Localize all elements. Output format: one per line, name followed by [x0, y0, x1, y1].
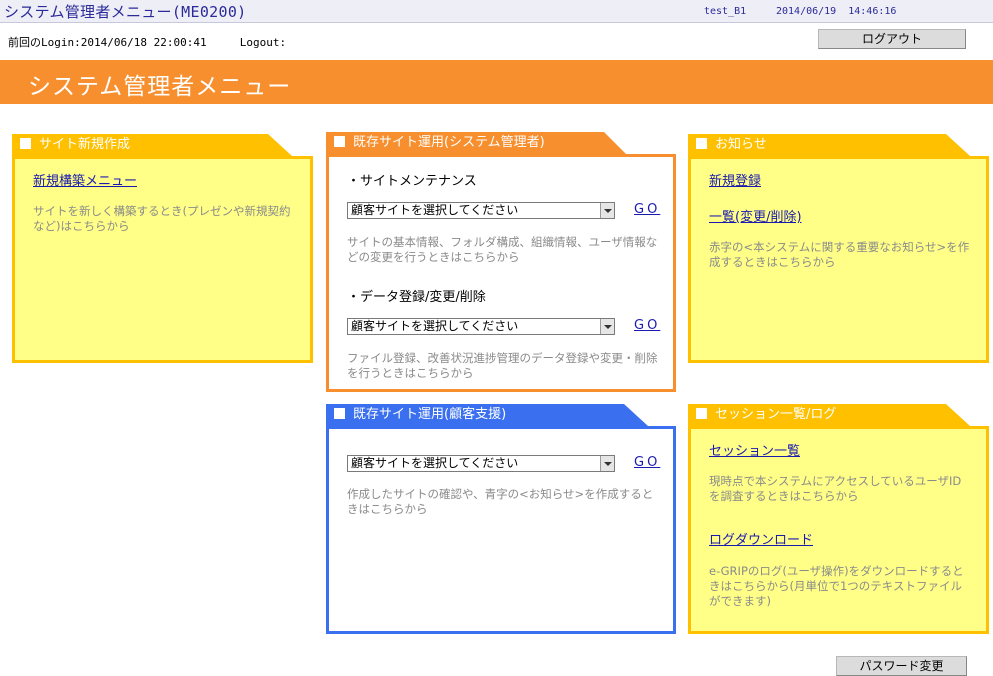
session-list-desc: 現時点で本システムにアクセスしているユーザIDを調査するときはこちらから [709, 474, 962, 503]
news-list-link[interactable]: 一覧(変更/削除) [709, 206, 802, 225]
panel-tab: 既存サイト運用(顧客支援) [326, 404, 624, 426]
chevron-down-icon[interactable] [600, 203, 614, 218]
panel-body: 新規登録 一覧(変更/削除) 赤字の<本システムに関する重要なお知らせ>を作成す… [688, 156, 989, 363]
panel-tab: お知らせ [688, 134, 946, 156]
chevron-down-icon[interactable] [600, 319, 614, 334]
panel-existing-support: 既存サイト運用(顧客支援) 顧客サイトを選択してください GO 作成したサイトの… [326, 404, 676, 634]
panel-tab: 既存サイト運用(システム管理者) [326, 132, 604, 154]
panel-body: 顧客サイトを選択してください GO 作成したサイトの確認や、青字の<お知らせ>を… [326, 426, 676, 634]
panel-title: お知らせ [715, 137, 767, 152]
maintenance-desc: サイトの基本情報、フォルダ構成、組織情報、ユーザ情報などの変更を行うときはこちら… [347, 235, 658, 264]
go-link-maintenance[interactable]: GO [634, 202, 660, 217]
customer-site-select-support[interactable]: 顧客サイトを選択してください [347, 455, 615, 472]
log-download-link[interactable]: ログダウンロード [709, 529, 813, 548]
session-list-link[interactable]: セッション一覧 [709, 440, 800, 459]
panel-title: サイト新規作成 [39, 137, 131, 152]
tab-corner [946, 134, 970, 156]
panel-body: ・サイトメンテナンス 顧客サイトを選択してください GO サイトの基本情報、フォ… [326, 154, 676, 392]
panel-body: セッション一覧 現時点で本システムにアクセスしているユーザIDを調査するときはこ… [688, 426, 989, 634]
panel-body: 新規構築メニュー サイトを新しく構築するとき(プレゼンや新規契約など)はこちらか… [12, 156, 313, 363]
customer-site-select-data[interactable]: 顧客サイトを選択してください [347, 318, 615, 335]
square-icon [334, 136, 345, 147]
site-maintenance-heading: ・サイトメンテナンス [347, 174, 477, 189]
select-value: 顧客サイトを選択してください [351, 203, 519, 217]
new-build-menu-link[interactable]: 新規構築メニュー [33, 170, 137, 189]
data-registration-heading: ・データ登録/変更/削除 [347, 290, 486, 305]
logout-button[interactable]: ログアウト [818, 29, 966, 49]
panel-title: 既存サイト運用(システム管理者) [353, 135, 545, 150]
go-link-support[interactable]: GO [634, 455, 660, 470]
tab-corner [624, 404, 648, 426]
select-value: 顧客サイトを選択してください [351, 456, 519, 470]
select-value: 顧客サイトを選択してください [351, 319, 519, 333]
square-icon [696, 408, 707, 419]
window-title-bar: システム管理者メニュー(ME0200) test_B1 2014/06/19 1… [0, 0, 993, 23]
window-title: システム管理者メニュー(ME0200) [4, 3, 247, 21]
panel-news: お知らせ 新規登録 一覧(変更/削除) 赤字の<本システムに関する重要なお知らせ… [688, 134, 989, 363]
panel-session-log: セッション一覧/ログ セッション一覧 現時点で本システムにアクセスしているユーザ… [688, 404, 989, 634]
password-change-button[interactable]: パスワード変更 [836, 656, 967, 676]
panel-tab: セッション一覧/ログ [688, 404, 946, 426]
login-info: 前回のLogin:2014/06/18 22:00:41 Logout: [8, 34, 286, 50]
current-user: test_B1 [704, 6, 747, 17]
logout-label: Logout: [239, 36, 287, 49]
tab-corner [946, 404, 970, 426]
square-icon [696, 138, 707, 149]
customer-site-select-maintenance[interactable]: 顧客サイトを選択してください [347, 202, 615, 219]
last-login: 前回のLogin:2014/06/18 22:00:41 [8, 36, 207, 49]
panel-title: セッション一覧/ログ [715, 407, 837, 422]
tab-corner [604, 132, 626, 154]
data-registration-desc: ファイル登録、改善状況進捗管理のデータ登録や変更・削除を行うときはこちらから [347, 351, 658, 380]
page-title: システム管理者メニュー [28, 74, 292, 100]
support-desc: 作成したサイトの確認や、青字の<お知らせ>を作成するときはこちらから [347, 487, 654, 516]
news-new-link[interactable]: 新規登録 [709, 170, 761, 189]
new-site-desc: サイトを新しく構築するとき(プレゼンや新規契約など)はこちらから [33, 204, 291, 233]
chevron-down-icon[interactable] [600, 456, 614, 471]
panel-title: 既存サイト運用(顧客支援) [353, 407, 507, 422]
log-download-desc: e-GRIPのログ(ユーザ操作)をダウンロードするときはこちらから(月単位で1つ… [709, 564, 964, 608]
page-banner: システム管理者メニュー [0, 60, 993, 104]
news-desc: 赤字の<本システムに関する重要なお知らせ>を作成するときはこちらから [709, 240, 970, 269]
panel-new-site: サイト新規作成 新規構築メニュー サイトを新しく構築するとき(プレゼンや新規契約… [12, 134, 313, 363]
tab-corner [268, 134, 292, 156]
panel-existing-admin: 既存サイト運用(システム管理者) ・サイトメンテナンス 顧客サイトを選択してくだ… [326, 132, 676, 392]
panel-tab: サイト新規作成 [12, 134, 268, 156]
square-icon [20, 138, 31, 149]
square-icon [334, 408, 345, 419]
current-datetime: 2014/06/19 14:46:16 [776, 6, 897, 17]
go-link-data[interactable]: GO [634, 318, 660, 333]
